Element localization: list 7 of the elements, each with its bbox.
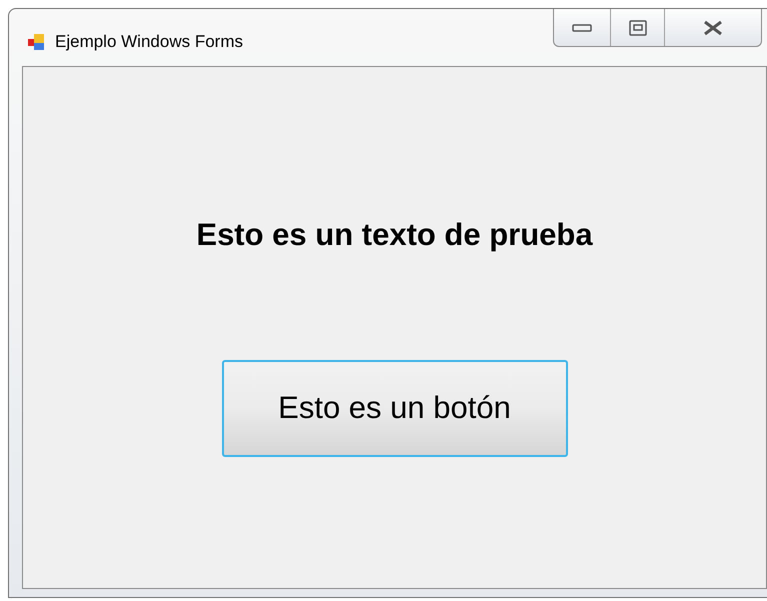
label-text: Esto es un texto de prueba xyxy=(196,216,593,254)
window-title: Ejemplo Windows Forms xyxy=(55,31,243,53)
minimize-icon xyxy=(572,24,592,32)
maximize-icon xyxy=(628,20,646,36)
close-icon xyxy=(702,20,724,36)
text-button[interactable]: Esto es un botón xyxy=(222,360,568,456)
app-icon xyxy=(27,32,45,51)
